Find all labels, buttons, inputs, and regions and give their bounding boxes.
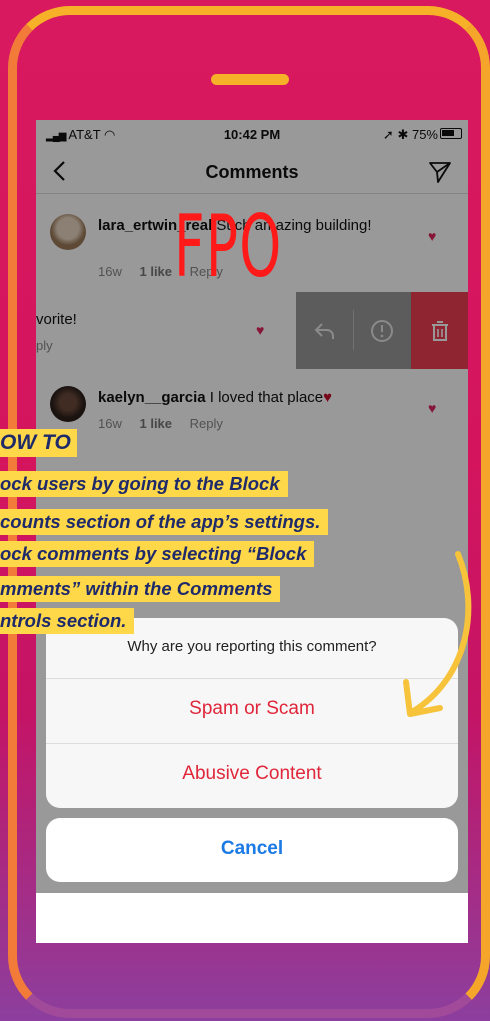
- spam-option-button[interactable]: Spam or Scam: [46, 698, 458, 720]
- action-sheet: Why are you reporting this comment? Spam…: [46, 618, 458, 808]
- cancel-label: Cancel: [220, 838, 284, 859]
- howto-line: ock users by going to the Block: [0, 471, 288, 497]
- howto-heading: OW TO: [0, 429, 77, 457]
- abusive-option-button[interactable]: Abusive Content: [46, 763, 458, 785]
- arrow-icon: [403, 551, 472, 717]
- cancel-button[interactable]: Cancel: [46, 818, 458, 882]
- howto-line: ntrols section.: [0, 608, 135, 634]
- sheet-divider: [46, 678, 458, 679]
- howto-line: counts section of the app’s settings.: [0, 509, 329, 535]
- howto-line: ock comments by selecting “Block: [0, 541, 315, 567]
- phone-speaker: [211, 74, 289, 85]
- sheet-title: Why are you reporting this comment?: [127, 638, 377, 655]
- bottom-strip: [36, 893, 468, 943]
- sheet-divider: [46, 743, 458, 744]
- howto-line: mments” within the Comments: [0, 576, 281, 602]
- fpo-placeholder: FPO: [174, 197, 283, 297]
